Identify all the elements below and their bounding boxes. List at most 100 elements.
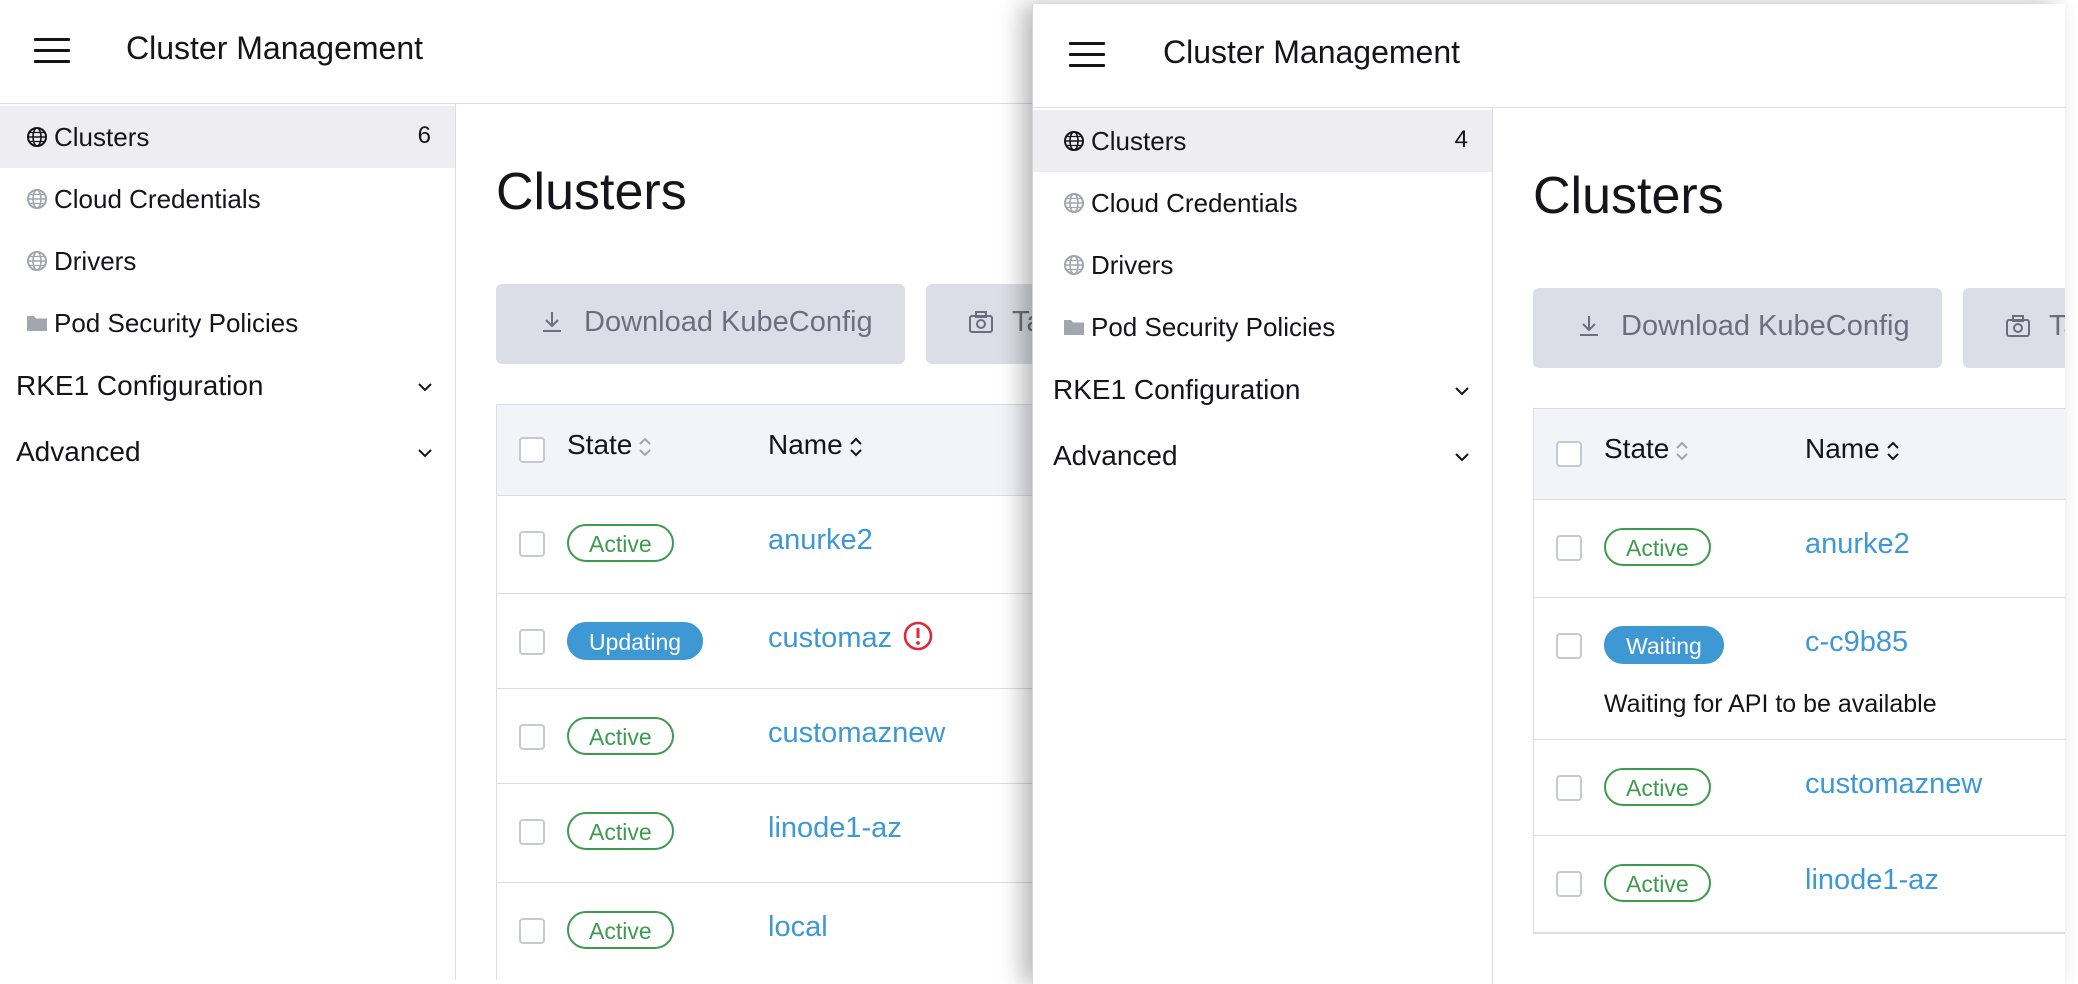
sidebar-item-drivers[interactable]: Drivers bbox=[0, 230, 455, 292]
nav-group-label: Advanced bbox=[1053, 440, 1178, 471]
select-all-checkbox[interactable] bbox=[519, 437, 545, 463]
row-checkbox[interactable] bbox=[519, 629, 545, 655]
folder-icon bbox=[1064, 320, 1084, 335]
sidebar-item-label: Drivers bbox=[54, 246, 137, 276]
cluster-name-cell: customaz bbox=[768, 622, 934, 655]
page-title: Clusters bbox=[496, 163, 687, 221]
row-checkbox[interactable] bbox=[519, 531, 545, 557]
column-header-state[interactable]: State bbox=[1604, 433, 1689, 465]
cluster-name-link[interactable]: anurke2 bbox=[768, 524, 873, 557]
column-header-label: Name bbox=[1805, 433, 1880, 464]
row-checkbox[interactable] bbox=[1556, 871, 1582, 897]
row-checkbox[interactable] bbox=[519, 724, 545, 750]
sidebar-item-cloud-credentials[interactable]: Cloud Credentials bbox=[0, 168, 455, 230]
chevron-down-icon bbox=[418, 449, 432, 458]
status-badge: Active bbox=[1604, 528, 1711, 566]
table-row: Active customaznew bbox=[497, 689, 1032, 784]
chevron-down-icon bbox=[1455, 453, 1469, 462]
nav-group-advanced[interactable]: Advanced bbox=[0, 424, 455, 482]
status-badge: Updating bbox=[567, 622, 704, 660]
nav-group-label: RKE1 Configuration bbox=[16, 370, 264, 401]
column-header-label: State bbox=[1604, 433, 1670, 464]
take-snapshot-button[interactable]: Ta bbox=[926, 284, 1032, 364]
main-content: Clusters Download KubeConfig Ta State Na… bbox=[1493, 108, 2065, 984]
nav-group-label: RKE1 Configuration bbox=[1053, 374, 1301, 405]
sidebar-item-pod-security-policies[interactable]: Pod Security Policies bbox=[1033, 296, 1492, 358]
alert-circle-icon[interactable] bbox=[902, 620, 934, 652]
table-row: Active customaznew bbox=[1534, 740, 2065, 836]
cluster-name-link[interactable]: customaznew bbox=[768, 717, 945, 750]
cluster-name-link[interactable]: customaznew bbox=[1805, 768, 1982, 801]
camera-icon bbox=[969, 311, 993, 333]
button-label: Download KubeConfig bbox=[1621, 310, 1910, 342]
table-row: Active anurke2 bbox=[1534, 500, 2065, 598]
button-label: Ta bbox=[2049, 310, 2065, 342]
top-header: Cluster Management bbox=[1033, 4, 2065, 108]
nav-group-advanced[interactable]: Advanced bbox=[1033, 428, 1492, 486]
app-title: Cluster Management bbox=[126, 30, 424, 66]
sidebar: Clusters 6 Cloud Credentials Drivers Pod… bbox=[0, 104, 456, 980]
globe-icon bbox=[27, 251, 47, 271]
sidebar-item-label: Cloud Credentials bbox=[54, 184, 261, 214]
table-header: State Name bbox=[497, 405, 1032, 496]
sidebar: Clusters 4 Cloud Credentials Drivers Pod… bbox=[1033, 108, 1493, 984]
cluster-name-link[interactable]: linode1-az bbox=[1805, 864, 1939, 897]
sidebar-item-cloud-credentials[interactable]: Cloud Credentials bbox=[1033, 172, 1492, 234]
sidebar-item-drivers[interactable]: Drivers bbox=[1033, 234, 1492, 296]
row-checkbox[interactable] bbox=[519, 918, 545, 944]
status-badge: Active bbox=[1604, 768, 1711, 806]
globe-icon bbox=[1064, 193, 1084, 213]
sort-icon bbox=[1676, 441, 1689, 461]
clusters-table: State Name Active anurke2 Waiting c-c9b8… bbox=[1533, 408, 2065, 934]
table-row: Updating customaz bbox=[497, 594, 1032, 689]
sidebar-item-pod-security-policies[interactable]: Pod Security Policies bbox=[0, 292, 455, 354]
globe-icon bbox=[1064, 131, 1084, 151]
nav-group-label: Advanced bbox=[16, 436, 141, 467]
column-header-name[interactable]: Name bbox=[1805, 433, 1900, 465]
page-title: Clusters bbox=[1533, 167, 1724, 225]
sidebar-item-clusters[interactable]: Clusters 6 bbox=[0, 106, 455, 168]
sidebar-item-label: Cloud Credentials bbox=[1091, 188, 1298, 218]
row-checkbox[interactable] bbox=[1556, 535, 1582, 561]
status-badge: Active bbox=[567, 524, 674, 562]
button-label: Ta bbox=[1012, 306, 1032, 338]
chevron-down-icon bbox=[418, 383, 432, 392]
table-row: Waiting c-c9b85 Waiting for API to be av… bbox=[1534, 598, 2065, 740]
chevron-down-icon bbox=[1455, 387, 1469, 396]
row-checkbox[interactable] bbox=[519, 819, 545, 845]
cluster-name-link[interactable]: c-c9b85 bbox=[1805, 626, 1908, 659]
cluster-name-link[interactable]: linode1-az bbox=[768, 812, 902, 845]
status-badge: Active bbox=[567, 911, 674, 949]
sidebar-item-clusters[interactable]: Clusters 4 bbox=[1033, 110, 1492, 172]
sort-icon bbox=[1886, 441, 1899, 461]
status-message: Waiting for API to be available bbox=[1604, 690, 1937, 718]
table-row: Active linode1-az bbox=[497, 784, 1032, 883]
row-checkbox[interactable] bbox=[1556, 633, 1582, 659]
sidebar-item-label: Clusters bbox=[1091, 126, 1187, 156]
row-checkbox[interactable] bbox=[1556, 775, 1582, 801]
sidebar-item-label: Drivers bbox=[1091, 250, 1174, 280]
nav-group-rke1-configuration[interactable]: RKE1 Configuration bbox=[1033, 362, 1492, 420]
table-row: Active anurke2 bbox=[497, 496, 1032, 594]
cluster-name-link[interactable]: anurke2 bbox=[1805, 528, 1910, 561]
status-badge: Active bbox=[567, 717, 674, 755]
cluster-count: 4 bbox=[1454, 126, 1468, 153]
hamburger-menu-icon[interactable] bbox=[1069, 40, 1105, 68]
download-kubeconfig-button[interactable]: Download KubeConfig bbox=[496, 284, 905, 364]
download-kubeconfig-button[interactable]: Download KubeConfig bbox=[1533, 288, 1942, 368]
app-title: Cluster Management bbox=[1163, 34, 1461, 70]
nav-group-rke1-configuration[interactable]: RKE1 Configuration bbox=[0, 358, 455, 416]
top-header: Cluster Management bbox=[0, 0, 1032, 104]
table-row: Active local bbox=[497, 883, 1032, 980]
main-content: Clusters Download KubeConfig Ta State Na… bbox=[456, 104, 1032, 980]
hamburger-menu-icon[interactable] bbox=[34, 36, 70, 64]
status-badge: Waiting bbox=[1604, 626, 1724, 664]
take-snapshot-button[interactable]: Ta bbox=[1963, 288, 2065, 368]
download-icon bbox=[543, 312, 561, 332]
camera-icon bbox=[2006, 315, 2030, 337]
select-all-checkbox[interactable] bbox=[1556, 441, 1582, 467]
cluster-name-link[interactable]: local bbox=[768, 911, 828, 944]
cluster-name-link[interactable]: customaz bbox=[768, 622, 892, 654]
column-header-name[interactable]: Name bbox=[768, 429, 863, 461]
column-header-state[interactable]: State bbox=[567, 429, 652, 461]
